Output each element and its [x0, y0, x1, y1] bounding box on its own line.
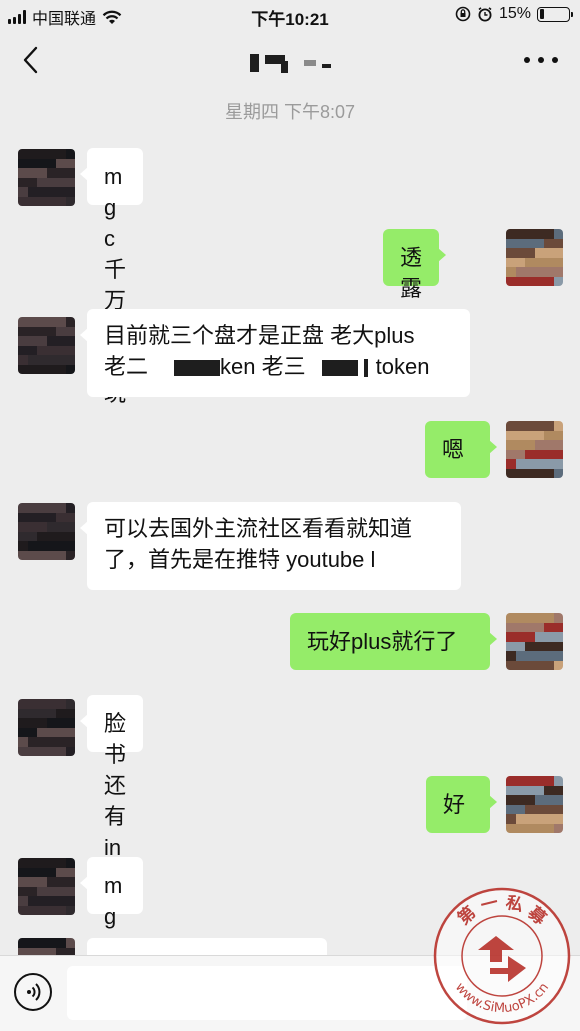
signal-icon: [8, 10, 26, 24]
avatar[interactable]: [506, 421, 563, 478]
carrier-label: 中国联通: [32, 11, 97, 28]
avatar[interactable]: [18, 317, 75, 374]
back-button[interactable]: [14, 42, 50, 78]
message-line: 可以去国外主流社区看看就知道: [104, 516, 413, 541]
chat-title-redacted: [250, 50, 340, 76]
avatar[interactable]: [18, 699, 75, 756]
message-text: 老二: [104, 354, 149, 379]
status-bar: 中国联通 下午10:21 15%: [0, 0, 580, 30]
message-bubble[interactable]: 脸书还有ins: [79, 695, 144, 891]
avatar[interactable]: [506, 613, 563, 670]
message-bubble[interactable]: mgc尽量跑吧: [80, 857, 143, 1031]
status-right: 15%: [455, 5, 573, 23]
wifi-icon: [102, 10, 122, 24]
avatar[interactable]: [506, 776, 563, 833]
message-line: 了，首先是在推特 youtube l: [104, 547, 376, 572]
alarm-icon: [478, 7, 492, 22]
chat-header: [0, 30, 580, 88]
message-text: token: [375, 354, 430, 379]
message-bubble[interactable]: 好: [426, 776, 497, 833]
message-input[interactable]: [67, 966, 467, 1020]
watermark-top-text: 第 一 私 募: [454, 893, 552, 930]
more-button[interactable]: [524, 50, 558, 70]
avatar[interactable]: [18, 858, 75, 915]
battery-level-fill: [539, 9, 544, 19]
redacted-text: [321, 360, 358, 377]
avatar[interactable]: [506, 229, 563, 286]
message-bubble[interactable]: 透露下: [383, 229, 447, 332]
input-bar: [0, 955, 580, 1031]
voice-button[interactable]: [14, 973, 52, 1011]
more-dots-icon: [524, 57, 530, 63]
message-bubble[interactable]: [80, 938, 327, 971]
status-left: 中国联通: [8, 5, 122, 29]
battery-icon: [537, 6, 573, 22]
message-line: 目前就三个盘才是正盘 老大plus: [104, 323, 415, 348]
avatar[interactable]: [18, 503, 75, 560]
battery-percent: 15%: [498, 5, 531, 22]
avatar[interactable]: [18, 938, 75, 955]
avatar[interactable]: [18, 149, 75, 206]
redacted-text: [174, 360, 221, 377]
voice-icon: [27, 983, 41, 1001]
message-bubble[interactable]: 可以去国外主流社区看看就知道 了，首先是在推特 youtube l: [80, 502, 461, 590]
back-chevron-icon: [23, 46, 38, 74]
message-text: ken 老三: [220, 354, 306, 379]
message-bubble[interactable]: mgc千万不能玩: [80, 148, 143, 406]
orientation-lock-icon: [455, 6, 471, 22]
message-timestamp: 星期四 下午8:07: [224, 102, 356, 122]
message-line: 老二 ken 老三 token: [104, 351, 453, 382]
redacted-text: [363, 359, 368, 378]
message-bubble[interactable]: 目前就三个盘才是正盘 老大plus 老二 ken 老三 token: [80, 309, 470, 397]
message-bubble[interactable]: 玩好plus就行了: [290, 613, 497, 670]
svg-text:第 一 私 募: 第 一 私 募: [454, 893, 552, 930]
message-bubble[interactable]: 嗯: [425, 421, 497, 478]
